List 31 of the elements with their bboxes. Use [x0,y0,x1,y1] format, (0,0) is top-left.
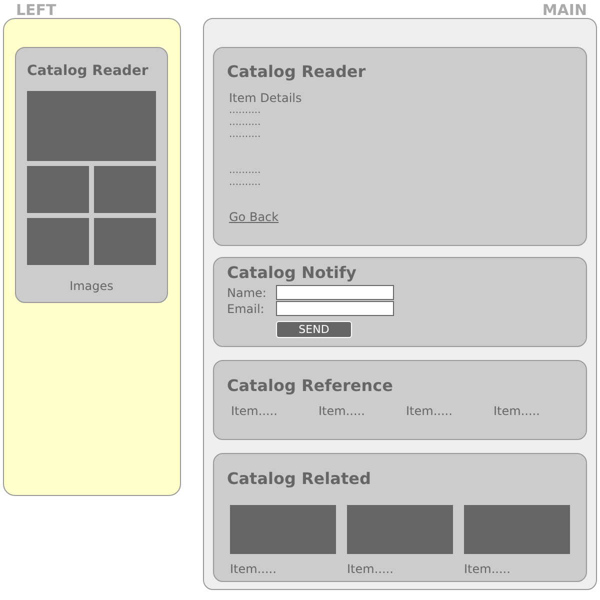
region-label: MAIN [542,3,587,18]
image-placeholder [27,218,89,265]
input-field[interactable] [276,285,394,300]
reference-item[interactable]: Item..... [318,405,406,417]
image-placeholder [27,166,89,213]
region-label: LEFT [16,3,58,18]
item-details-heading: Item Details [229,92,303,104]
images-caption: Images [70,280,114,292]
detail-line: .......... [229,165,262,177]
field-label: Name: [227,286,268,298]
card-title: Catalog Related [227,471,372,487]
card-title: Catalog Reader [227,64,367,80]
go-back-link[interactable]: Go Back [229,211,279,223]
detail-line: .......... [229,129,262,141]
input-field[interactable] [276,301,394,316]
reference-item[interactable]: Item..... [494,405,581,417]
reference-item[interactable]: Item..... [231,405,318,417]
card-title: Catalog Notify [227,265,358,281]
send-button[interactable]: SEND [276,321,352,338]
related-item[interactable]: Item..... [347,563,453,575]
card-title: Catalog Reader [27,64,150,78]
image-placeholder [94,166,156,213]
detail-line: .......... [229,117,262,129]
card-title: Catalog Reference [227,378,394,394]
detail-line: .......... [229,177,262,189]
field-label: Email: [227,302,266,314]
detail-line: .......... [229,105,262,117]
reference-item[interactable]: Item..... [406,405,494,417]
related-item[interactable]: Item..... [230,563,336,575]
related-item[interactable]: Item..... [464,563,570,575]
image-placeholder [94,218,156,265]
